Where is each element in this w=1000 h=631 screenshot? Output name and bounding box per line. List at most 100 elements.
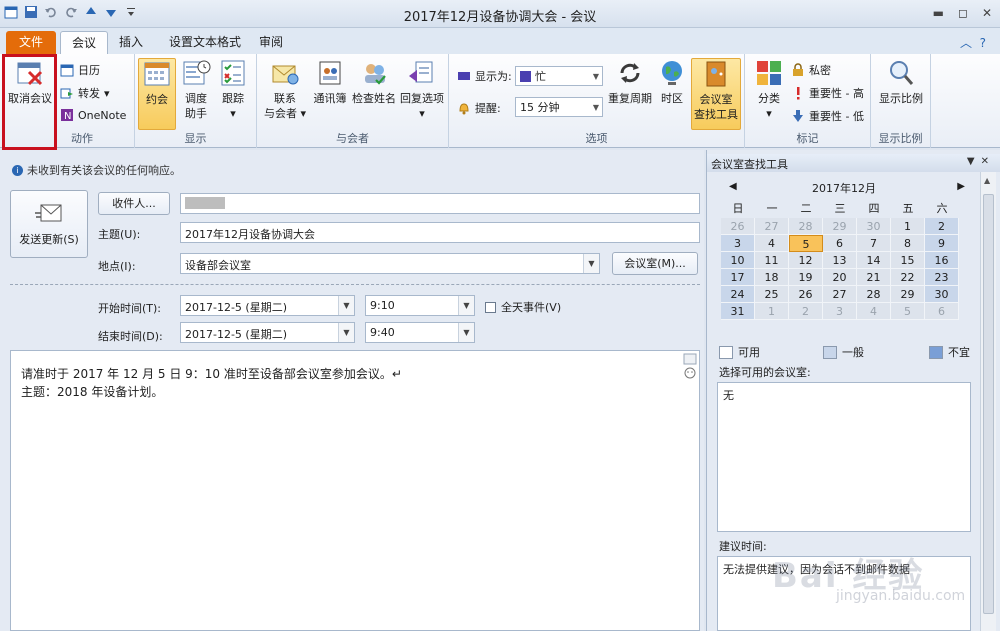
minimize-icon[interactable]: ▬ [933, 6, 944, 20]
calendar-day[interactable]: 28 [857, 286, 891, 303]
calendar-day[interactable]: 21 [857, 269, 891, 286]
scroll-up-icon[interactable]: ▲ [984, 176, 990, 185]
pane-controls[interactable]: ▼✕ [967, 156, 995, 167]
calendar-day[interactable]: 2 [925, 218, 959, 235]
end-date-picker[interactable]: 2017-12-5 (星期二) ▼ [180, 322, 355, 343]
all-day-checkbox[interactable]: 全天事件(V) [485, 299, 561, 315]
help-controls[interactable]: ︿ ? [960, 34, 986, 51]
calendar-day[interactable]: 22 [891, 269, 925, 286]
calendar-day[interactable]: 23 [925, 269, 959, 286]
calendar-day[interactable]: 6 [823, 235, 857, 252]
calendar-day[interactable]: 5 [891, 303, 925, 320]
calendar-day[interactable]: 29 [823, 218, 857, 235]
calendar-day[interactable]: 6 [925, 303, 959, 320]
chevron-down-icon[interactable]: ▼ [338, 323, 354, 342]
calendar-day[interactable]: 26 [789, 286, 823, 303]
calendar-day[interactable]: 27 [755, 218, 789, 235]
end-time-picker[interactable]: 9:40 ▼ [365, 322, 475, 343]
chevron-down-icon[interactable]: ▼ [583, 254, 599, 273]
calendar-day[interactable]: 8 [891, 235, 925, 252]
scheduling-assistant-button[interactable]: 调度 助手 [178, 58, 214, 121]
start-date-picker[interactable]: 2017-12-5 (星期二) ▼ [180, 295, 355, 316]
contact-attendees-button[interactable]: 联系 与会者 ▾ [262, 58, 308, 121]
tab-review[interactable]: 审阅 [248, 31, 294, 54]
calendar-day[interactable]: 1 [755, 303, 789, 320]
emoji-icon[interactable] [683, 353, 697, 381]
zoom-button[interactable]: 显示比例 [875, 58, 927, 106]
send-update-button[interactable]: 发送更新(S) [10, 190, 88, 258]
reminder-dropdown[interactable]: 15 分钟 ▼ [515, 97, 603, 117]
recurrence-button[interactable]: 重复周期 [607, 58, 653, 106]
address-book-button[interactable]: 通讯簿 [310, 58, 350, 106]
calendar-day[interactable]: 16 [925, 252, 959, 269]
response-options-button[interactable]: 回复选项 ▾ [398, 58, 446, 121]
scrollbar-thumb[interactable] [983, 194, 994, 614]
calendar-day[interactable]: 28 [789, 218, 823, 235]
chevron-down-icon[interactable]: ▼ [458, 296, 474, 315]
rooms-button[interactable]: 会议室(M)... [612, 252, 698, 275]
calendar-button[interactable]: 日历 [60, 62, 100, 78]
calendar-day[interactable]: 19 [789, 269, 823, 286]
chevron-down-icon[interactable]: ▼ [338, 296, 354, 315]
calendar-day[interactable]: 9 [925, 235, 959, 252]
tab-file[interactable]: 文件 [6, 31, 56, 54]
calendar-day[interactable]: 24 [721, 286, 755, 303]
calendar-day[interactable]: 3 [823, 303, 857, 320]
calendar-day[interactable]: 12 [789, 252, 823, 269]
next-month-icon[interactable]: ▶ [957, 181, 965, 192]
to-button[interactable]: 收件人... [98, 192, 170, 215]
prev-month-icon[interactable]: ◀ [729, 181, 737, 192]
pane-scrollbar[interactable]: ▲ [980, 172, 996, 631]
calendar-day[interactable]: 18 [755, 269, 789, 286]
show-as-dropdown[interactable]: 忙 ▼ [515, 66, 603, 86]
check-names-button[interactable]: 检查姓名 [350, 58, 398, 106]
calendar-day[interactable]: 4 [857, 303, 891, 320]
tracking-button[interactable]: 跟踪 ▾ [215, 58, 251, 121]
weekday-header: 三 [834, 202, 846, 215]
checkbox-box[interactable] [485, 301, 496, 313]
calendar-day[interactable]: 13 [823, 252, 857, 269]
calendar-day[interactable]: 17 [721, 269, 755, 286]
close-icon[interactable]: ✕ [982, 6, 992, 20]
tab-meeting[interactable]: 会议 [60, 31, 109, 54]
calendar-day[interactable]: 7 [857, 235, 891, 252]
appointment-button[interactable]: 约会 [138, 58, 176, 130]
available-rooms-list[interactable]: 无 [717, 382, 971, 532]
calendar-day[interactable]: 26 [721, 218, 755, 235]
calendar-day[interactable]: 15 [891, 252, 925, 269]
onenote-button[interactable]: N OneNote [60, 108, 126, 122]
calendar-day[interactable]: 31 [721, 303, 755, 320]
subject-field[interactable]: 2017年12月设备协调大会 [180, 222, 700, 243]
restore-icon[interactable]: ◻ [958, 6, 968, 20]
calendar-day[interactable]: 14 [857, 252, 891, 269]
calendar-day[interactable]: 2 [789, 303, 823, 320]
tab-format-text[interactable]: 设置文本格式 [158, 31, 252, 54]
private-button[interactable]: 私密 [791, 62, 831, 78]
calendar-day[interactable]: 3 [721, 235, 755, 252]
high-importance-button[interactable]: 重要性 - 高 [791, 85, 864, 101]
calendar-day[interactable]: 29 [891, 286, 925, 303]
help-icon[interactable]: ? [980, 36, 986, 50]
categorize-button[interactable]: 分类 ▾ [751, 58, 787, 121]
forward-button[interactable]: 转发 ▾ [60, 85, 110, 101]
calendar-day[interactable]: 5 [789, 235, 823, 252]
calendar-day[interactable]: 10 [721, 252, 755, 269]
room-list-item[interactable]: 无 [723, 389, 734, 402]
calendar-day[interactable]: 20 [823, 269, 857, 286]
room-finder-button[interactable]: 会议室 查找工具 [691, 58, 741, 130]
location-field[interactable]: 设备部会议室 ▼ [180, 253, 600, 274]
time-zones-button[interactable]: 时区 [655, 58, 689, 106]
calendar-day[interactable]: 30 [925, 286, 959, 303]
calendar-day[interactable]: 11 [755, 252, 789, 269]
calendar-day[interactable]: 30 [857, 218, 891, 235]
tab-insert[interactable]: 插入 [108, 31, 154, 54]
start-time-picker[interactable]: 9:10 ▼ [365, 295, 475, 316]
chevron-down-icon[interactable]: ▼ [458, 323, 474, 342]
calendar-day[interactable]: 1 [891, 218, 925, 235]
calendar-day[interactable]: 25 [755, 286, 789, 303]
message-body[interactable]: 请准时于 2017 年 12 月 5 日 9：10 准时至设备部会议室参加会议。… [10, 350, 700, 631]
to-field[interactable] [180, 193, 700, 214]
calendar-day[interactable]: 4 [755, 235, 789, 252]
low-importance-button[interactable]: 重要性 - 低 [791, 108, 864, 124]
calendar-day[interactable]: 27 [823, 286, 857, 303]
